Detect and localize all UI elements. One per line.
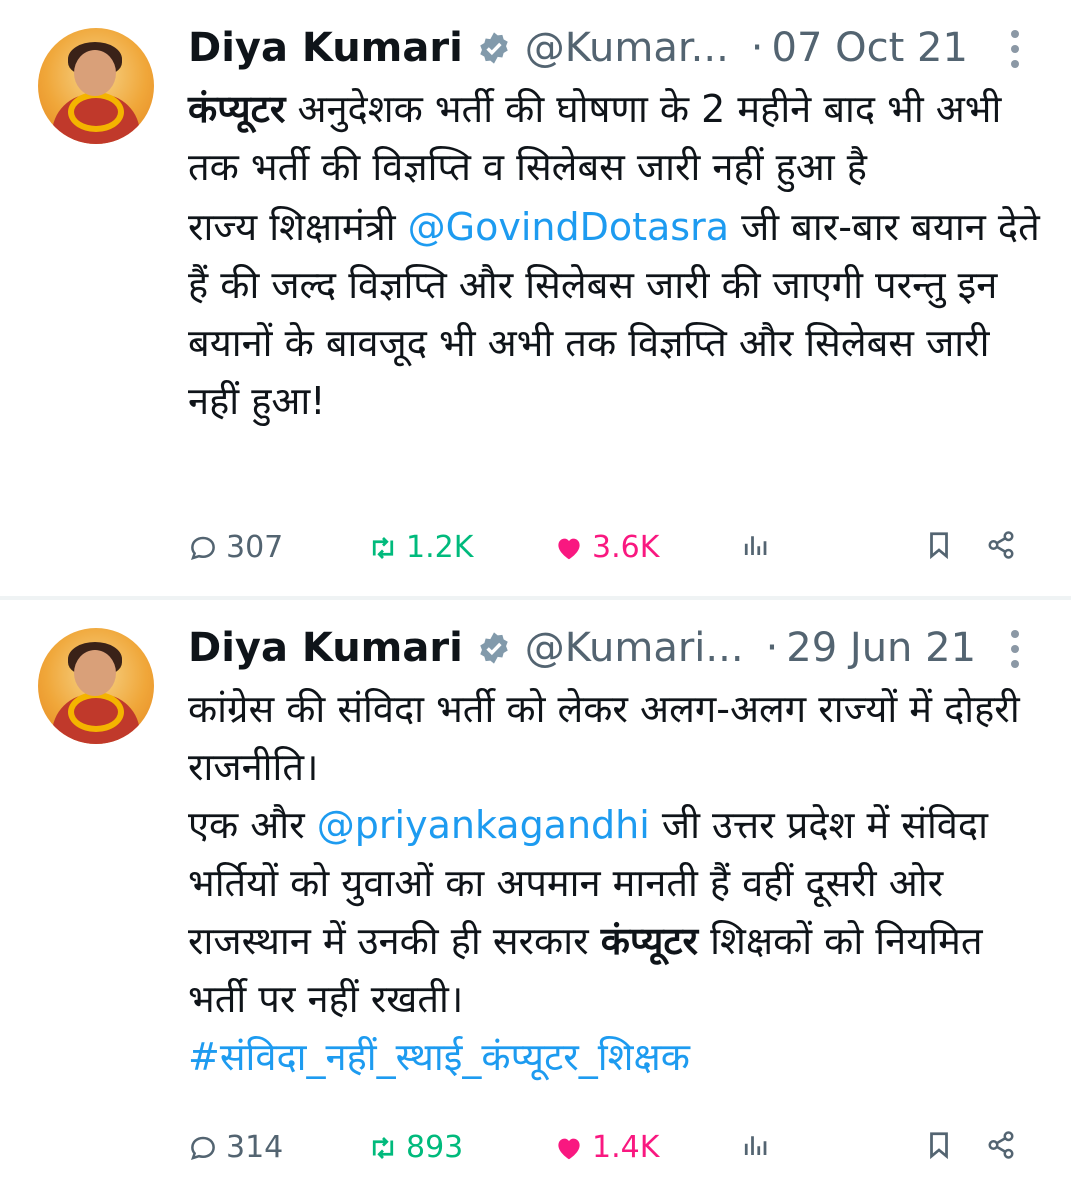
tweet-date[interactable]: 07 Oct 21	[772, 25, 968, 71]
views-icon	[744, 1136, 767, 1155]
verified-icon	[480, 632, 508, 664]
separator-dot: ·	[765, 625, 779, 671]
reply-icon	[190, 1136, 215, 1160]
like-button[interactable]: 1.4K	[554, 1130, 659, 1165]
bold-word: कंप्यूटर	[600, 919, 699, 963]
views-button[interactable]	[740, 530, 770, 560]
mention-link[interactable]: @GovindDotasra	[408, 205, 729, 249]
retweet-button[interactable]: 1.2K	[368, 530, 473, 565]
author-name[interactable]: Diya Kumari	[188, 25, 463, 71]
share-button[interactable]	[986, 1130, 1016, 1160]
tweet-header: Diya Kumari @Kumari... · 29 Jun 21	[188, 620, 976, 676]
avatar[interactable]	[38, 28, 154, 144]
author-handle[interactable]: @Kumari...	[525, 625, 744, 671]
like-icon	[558, 1138, 580, 1159]
tweet-date[interactable]: 29 Jun 21	[786, 625, 976, 671]
paragraph-text: एक और	[188, 803, 317, 847]
paragraph-2: एक और @priyankagandhi जी उत्तर प्रदेश मे…	[188, 796, 1048, 1028]
author-name[interactable]: Diya Kumari	[188, 625, 463, 671]
verified-icon	[480, 32, 508, 64]
more-icon[interactable]	[1011, 30, 1021, 75]
reply-icon	[190, 536, 215, 560]
hashtag-line: #संविदा_नहीं_स्थाई_कंप्यूटर_शिक्षक	[188, 1028, 1048, 1086]
retweet-icon	[372, 536, 394, 559]
bold-word: कंप्यूटर	[188, 87, 286, 131]
retweet-count: 893	[406, 1130, 464, 1165]
like-count: 1.4K	[592, 1130, 660, 1165]
author-handle[interactable]: @Kumar...	[525, 25, 729, 71]
retweet-count: 1.2K	[406, 530, 474, 565]
paragraph-1: कांग्रेस की संविदा भर्ती को लेकर अलग-अलग…	[188, 687, 1020, 789]
reply-button[interactable]: 307	[188, 530, 283, 565]
separator-dot: ·	[750, 25, 764, 71]
bookmark-button[interactable]	[924, 1130, 954, 1160]
bookmark-button[interactable]	[924, 530, 954, 560]
mention-link[interactable]: @priyankagandhi	[317, 803, 650, 847]
like-icon	[558, 538, 580, 559]
share-button[interactable]	[986, 530, 1016, 560]
share-icon	[988, 1131, 1014, 1159]
paragraph-1: कंप्यूटर अनुदेशक भर्ती की घोषणा के 2 मही…	[188, 80, 1048, 196]
avatar[interactable]	[38, 628, 154, 744]
tweet-1[interactable]: Diya Kumari @Kumar... · 07 Oct 21 कंप्यू…	[0, 0, 1071, 595]
tweet-text: कंप्यूटर अनुदेशक भर्ती की घोषणा के 2 मही…	[188, 80, 1048, 430]
views-icon	[744, 536, 767, 555]
paragraph-2: राज्य शिक्षामंत्री @GovindDotasra जी बार…	[188, 198, 1048, 430]
hashtag-link[interactable]: #संविदा_नहीं_स्थाई_कंप्यूटर_शिक्षक	[188, 1035, 690, 1079]
like-button[interactable]: 3.6K	[554, 530, 659, 565]
reply-count: 314	[226, 1130, 284, 1165]
action-bar: 314 893 1.4K	[188, 1130, 1028, 1170]
bookmark-icon	[930, 1132, 948, 1160]
tweet-text: कांग्रेस की संविदा भर्ती को लेकर अलग-अलग…	[188, 680, 1048, 1086]
action-bar: 307 1.2K 3.6K	[188, 530, 1028, 570]
views-button[interactable]	[740, 1130, 770, 1160]
reply-button[interactable]: 314	[188, 1130, 283, 1165]
tweet-header: Diya Kumari @Kumar... · 07 Oct 21	[188, 20, 968, 76]
tweet-2[interactable]: Diya Kumari @Kumari... · 29 Jun 21 कांग्…	[0, 600, 1071, 1200]
bookmark-icon	[930, 532, 948, 560]
paragraph-text: राज्य शिक्षामंत्री	[188, 205, 408, 249]
reply-count: 307	[226, 530, 284, 565]
share-icon	[988, 531, 1014, 559]
retweet-icon	[372, 1136, 394, 1159]
retweet-button[interactable]: 893	[368, 1130, 463, 1165]
paragraph-text: अनुदेशक भर्ती की घोषणा के 2 महीने बाद भी…	[188, 87, 1002, 189]
like-count: 3.6K	[592, 530, 660, 565]
more-icon[interactable]	[1011, 630, 1021, 675]
